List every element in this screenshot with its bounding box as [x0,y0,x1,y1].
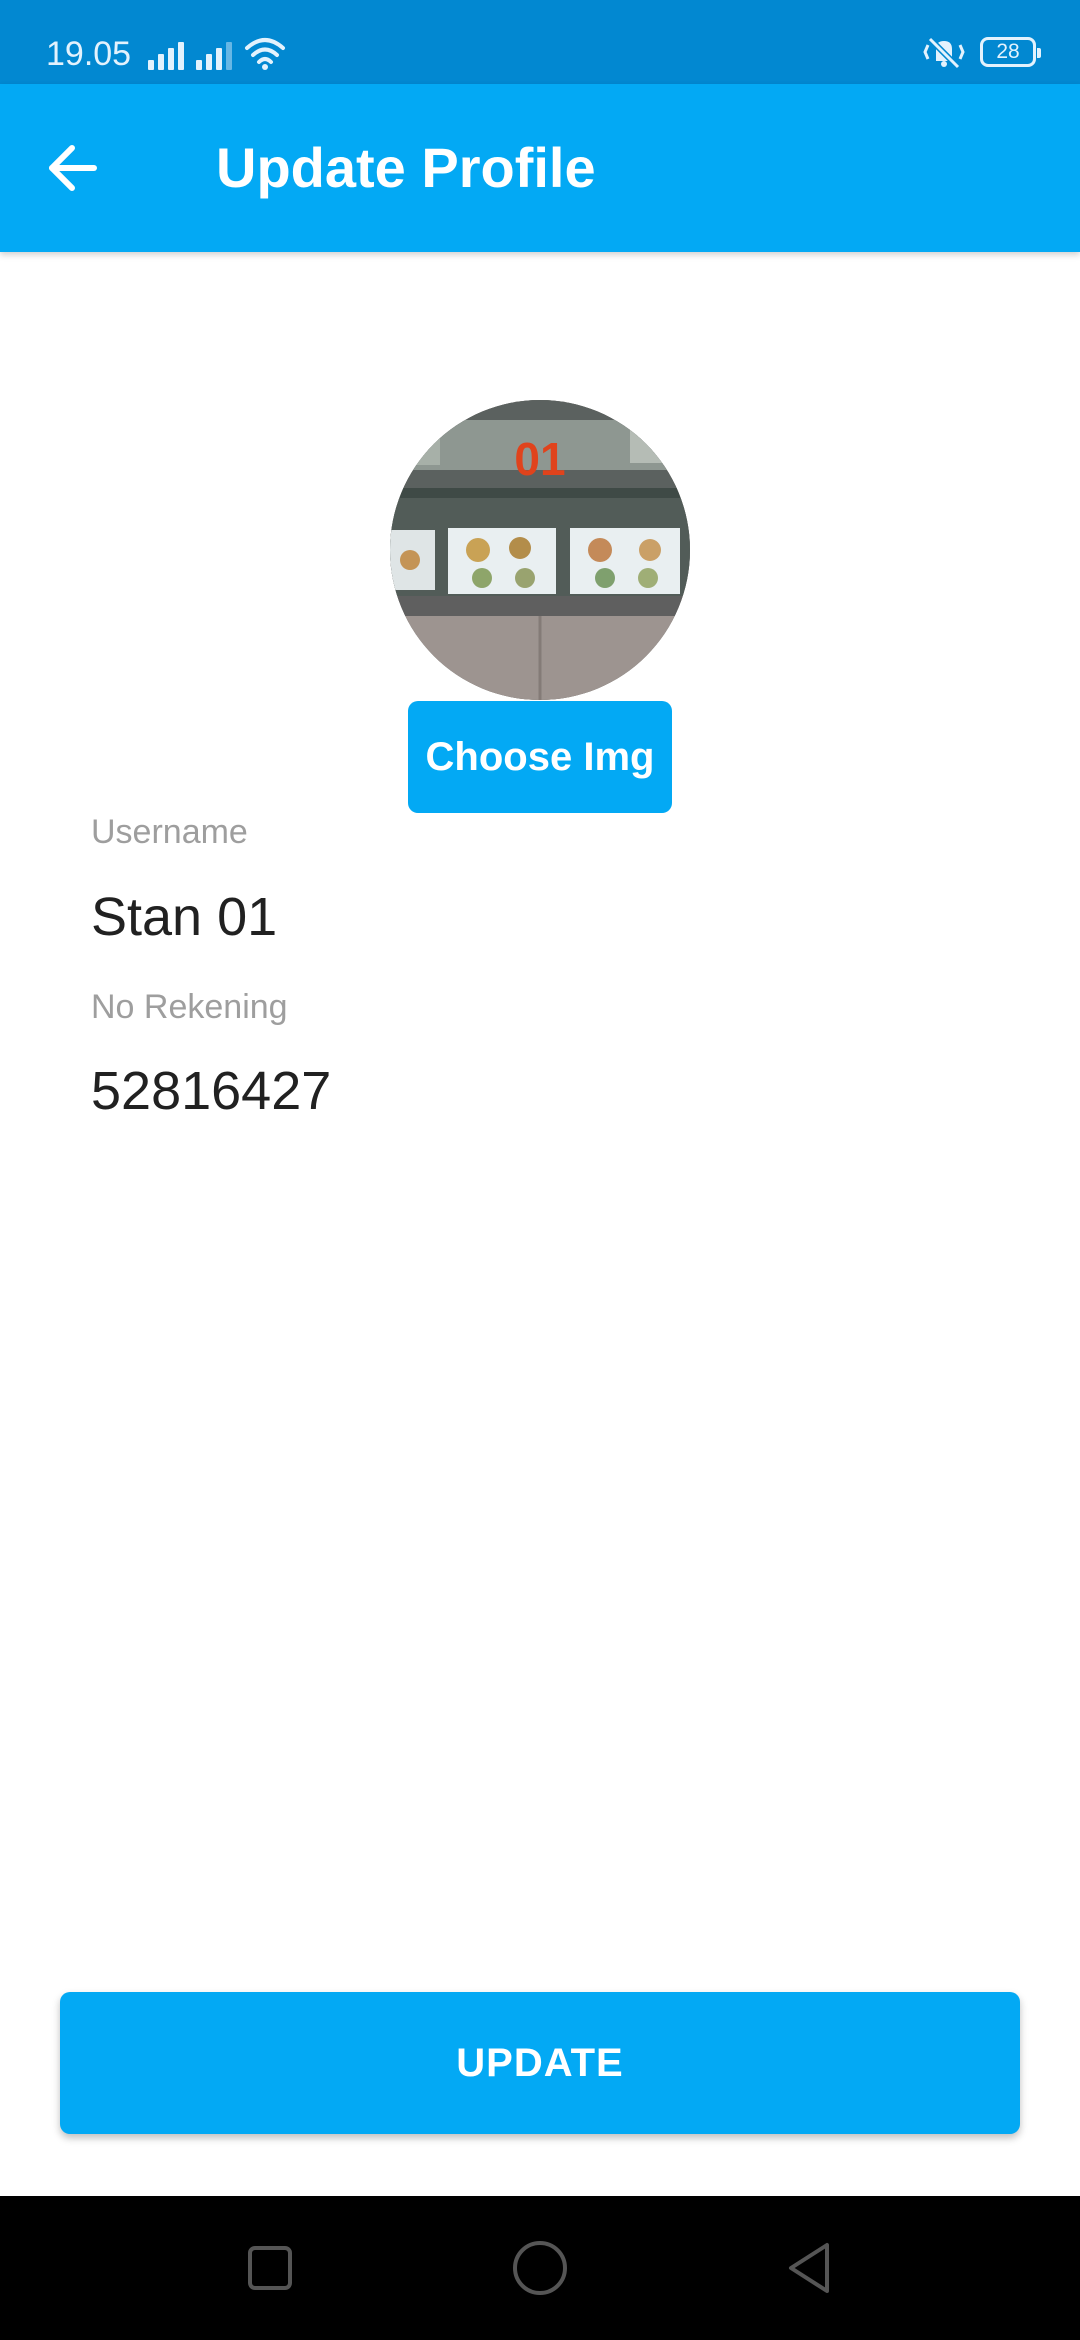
recent-apps-button[interactable] [234,2232,306,2304]
recent-apps-icon [248,2246,292,2290]
status-bar: 19.05 28 [0,0,1080,84]
profile-photo: 01 [390,400,690,700]
username-label: Username [91,813,248,851]
back-nav-button[interactable] [774,2232,846,2304]
account-number-field[interactable] [91,1056,991,1126]
signal-icon [196,38,232,70]
battery-icon: 28 [980,37,1041,67]
account-number-label: No Rekening [91,988,288,1026]
page-title: Update Profile [216,136,596,199]
back-icon [789,2243,829,2293]
navigation-bar [0,2196,1080,2340]
signal-icon [148,38,184,70]
status-left-icons [148,34,286,70]
vibrate-icon [923,36,965,69]
home-icon [513,2241,567,2295]
update-profile-screen: 19.05 28 Update Profile 01 Choose Img Us… [0,0,1080,2340]
arrow-back-icon [49,145,97,191]
battery-level: 28 [996,40,1020,63]
home-button[interactable] [504,2232,576,2304]
profile-image: 01 [390,400,690,700]
status-time: 19.05 [46,35,132,73]
app-bar: Update Profile [0,84,1080,252]
profile-image-caption: 01 [514,433,565,485]
status-right-icons: 28 [922,34,1041,70]
update-button[interactable]: UPDATE [60,1992,1020,2134]
wifi-icon [245,38,285,70]
choose-image-button[interactable]: Choose Img [408,701,672,813]
back-button[interactable] [30,126,114,210]
username-field[interactable] [91,882,991,952]
